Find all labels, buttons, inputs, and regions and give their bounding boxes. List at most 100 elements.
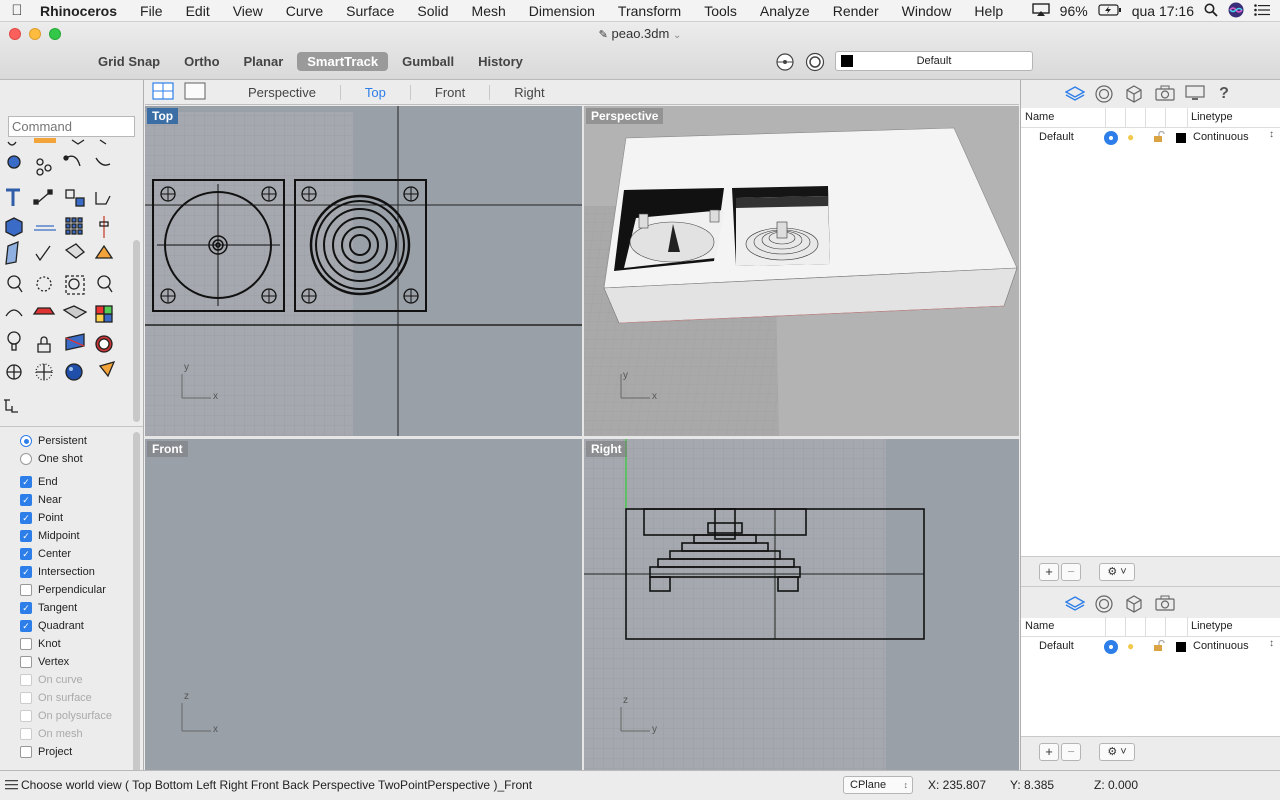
current-layer-indicator-icon[interactable] [1104, 131, 1118, 145]
four-viewport-layout-icon[interactable] [152, 81, 174, 103]
light-tool-icon[interactable] [2, 332, 26, 356]
text-tool-icon[interactable] [2, 182, 26, 206]
history-toggle[interactable]: History [468, 52, 533, 71]
viewport-title-right[interactable]: Right [586, 441, 627, 457]
column-linetype[interactable]: Linetype [1191, 111, 1233, 123]
column-name[interactable]: Name [1025, 620, 1054, 632]
notification-center-icon[interactable] [1254, 3, 1270, 19]
layer-options-gear-button[interactable]: ⚙ ˅ [1099, 743, 1135, 761]
object-properties-icon[interactable] [1125, 85, 1143, 103]
layers-icon[interactable] [1064, 595, 1086, 613]
wire-sphere-tool-icon[interactable] [32, 362, 56, 386]
viewport-title-perspective[interactable]: Perspective [586, 108, 664, 124]
osnap-center-checkbox[interactable]: ✓ Center [20, 545, 71, 563]
current-layer-combo[interactable]: Default [835, 51, 1033, 71]
menu-view[interactable]: View [221, 3, 274, 19]
ortho-toggle[interactable]: Ortho [174, 52, 229, 71]
layer-visible-bulb-icon[interactable]: ● [1127, 130, 1134, 144]
lock-tool-icon[interactable] [32, 332, 56, 356]
check-tool-icon[interactable] [32, 240, 56, 264]
smarttrack-toggle[interactable]: SmartTrack [297, 52, 389, 71]
layer-unlock-icon[interactable] [1153, 130, 1165, 146]
menu-clock[interactable]: qua 17:16 [1132, 3, 1194, 19]
menu-analyze[interactable]: Analyze [748, 3, 821, 19]
layer-linetype[interactable]: Continuous [1193, 640, 1249, 652]
menu-file[interactable]: File [128, 3, 174, 19]
menu-edit[interactable]: Edit [174, 3, 221, 19]
command-input[interactable] [8, 116, 135, 137]
transform-tool-icon[interactable] [32, 182, 56, 206]
osnap-perpendicular-checkbox[interactable]: Perpendicular [20, 581, 106, 599]
osnap-on-surface-checkbox[interactable]: On surface [20, 689, 92, 707]
tab-perspective[interactable]: Perspective [224, 84, 341, 100]
perspective-viewport[interactable]: y x Perspective [584, 106, 1019, 436]
car-tool-icon[interactable] [32, 302, 56, 326]
materials-icon[interactable] [1095, 85, 1113, 103]
osnap-knot-checkbox[interactable]: Knot [20, 635, 61, 653]
help-question-icon[interactable]: ? [1215, 85, 1233, 103]
grid-snap-toggle[interactable]: Grid Snap [88, 52, 170, 71]
menu-rhinoceros[interactable]: Rhinoceros [34, 3, 128, 19]
menu-window[interactable]: Window [890, 3, 963, 19]
layer-visible-bulb-icon[interactable]: ● [1127, 639, 1134, 653]
materials-icon[interactable] [1095, 595, 1113, 613]
gumball-toggle[interactable]: Gumball [392, 52, 464, 71]
osnap-intersection-checkbox[interactable]: ✓ Intersection [20, 563, 95, 581]
named-views-camera-icon[interactable] [1155, 595, 1175, 613]
surface-tool-icon[interactable] [2, 240, 26, 264]
layer-row[interactable]: Default ● Continuous ↕ [1021, 128, 1280, 148]
osnap-midpoint-checkbox[interactable]: ✓ Midpoint [20, 527, 80, 545]
remove-layer-button[interactable]: − [1061, 563, 1081, 581]
osnap-on-curve-checkbox[interactable]: On curve [20, 671, 83, 689]
tool-palette-scrollbar[interactable] [133, 240, 140, 422]
array-tool-icon[interactable] [62, 210, 86, 234]
planar-toggle[interactable]: Planar [234, 52, 294, 71]
spotlight-search-icon[interactable] [1204, 3, 1218, 20]
rotate-view-tool-icon[interactable] [2, 302, 26, 326]
ground-plane-tool-icon[interactable] [62, 302, 86, 326]
zoom-window-tool-icon[interactable] [32, 270, 56, 294]
current-layer-indicator-icon[interactable] [1104, 640, 1118, 654]
group-tool-icon[interactable] [62, 182, 86, 206]
analysis-tool-icon[interactable] [62, 332, 86, 356]
menu-help[interactable]: Help [962, 3, 1014, 19]
menu-tools[interactable]: Tools [692, 3, 748, 19]
connector-tool-icon[interactable] [2, 396, 26, 420]
arc-tool-icon[interactable] [94, 150, 118, 174]
tab-top[interactable]: Top [341, 84, 411, 100]
menu-curve[interactable]: Curve [274, 3, 334, 19]
linetype-stepper-icon[interactable]: ↕ [1269, 129, 1274, 140]
viewport-title-top[interactable]: Top [147, 108, 179, 124]
menu-solid[interactable]: Solid [405, 3, 459, 19]
osnap-vertex-checkbox[interactable]: Vertex [20, 653, 69, 671]
osnap-point-checkbox[interactable]: ✓ Point [20, 509, 63, 527]
viewport-title-front[interactable]: Front [147, 441, 188, 457]
zoom-extents-tool-icon[interactable] [62, 270, 86, 294]
tab-front[interactable]: Front [411, 84, 491, 100]
fillet-tool-icon[interactable] [2, 150, 26, 174]
apple-menu-icon[interactable]:  [0, 2, 34, 19]
color-grid-tool-icon[interactable] [94, 302, 118, 326]
color-wheel-tool-icon[interactable] [94, 332, 118, 356]
osnap-end-checkbox[interactable]: ✓ End [20, 473, 58, 491]
layer-color-swatch[interactable] [1176, 642, 1186, 652]
layer-name[interactable]: Default [1039, 131, 1074, 143]
osnap-project-checkbox[interactable]: Project [20, 743, 72, 761]
document-title[interactable]: ✎ peao.3dm ⌄ [0, 26, 1280, 41]
solid-box-tool-icon[interactable] [2, 210, 26, 234]
add-layer-button[interactable]: + [1039, 743, 1059, 761]
menu-render[interactable]: Render [821, 3, 890, 19]
add-layer-button[interactable]: + [1039, 563, 1059, 581]
tab-right[interactable]: Right [490, 85, 568, 100]
osnap-persistent-radio[interactable]: Persistent [20, 432, 87, 450]
zoom-selected-tool-icon[interactable] [94, 270, 118, 294]
osnap-target-icon[interactable] [775, 52, 795, 75]
render-tool-icon[interactable] [94, 240, 118, 264]
osnap-on-mesh-checkbox[interactable]: On mesh [20, 725, 83, 743]
osnap-one-shot-radio[interactable]: One shot [20, 450, 83, 468]
layers-icon[interactable] [1064, 85, 1086, 103]
point-tool-icon[interactable] [32, 150, 56, 174]
layer-row[interactable]: Default ● Continuous ↕ [1021, 637, 1280, 657]
cone-tool-icon[interactable] [94, 362, 118, 386]
remove-layer-button[interactable]: − [1061, 743, 1081, 761]
